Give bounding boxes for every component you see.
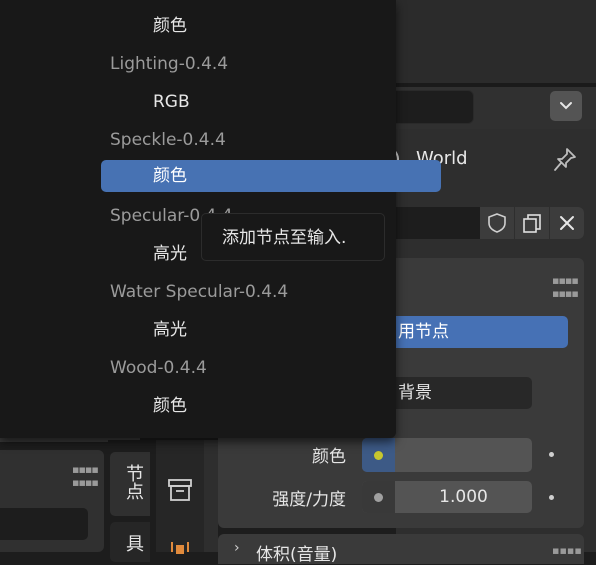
- chevron-down-icon: [560, 102, 572, 110]
- tab-node-label: 节点: [123, 464, 144, 500]
- menu-section-header: Lighting-0.4.4: [110, 54, 229, 74]
- properties-margin: [204, 440, 218, 552]
- duplicate-icon: [523, 214, 541, 233]
- menu-item[interactable]: 颜色: [101, 160, 441, 192]
- properties-dropdown-button[interactable]: [550, 91, 582, 121]
- menu-item[interactable]: 颜色: [0, 389, 396, 423]
- fake-user-button[interactable]: [480, 207, 514, 239]
- use-nodes-button[interactable]: 用节点: [386, 316, 568, 348]
- menu-item[interactable]: RGB: [0, 85, 396, 119]
- strength-socket[interactable]: [362, 481, 395, 513]
- socket-dot-icon: [374, 450, 383, 460]
- world-datablock-field[interactable]: [388, 207, 480, 239]
- top-right-area: [396, 0, 596, 83]
- menu-item[interactable]: 高光: [0, 313, 396, 347]
- unlink-datablock-button[interactable]: [550, 207, 584, 239]
- keyframe-dot-icon[interactable]: [549, 495, 554, 500]
- surface-shader-field[interactable]: 背景: [384, 377, 532, 409]
- strength-value: 1.000: [439, 487, 488, 507]
- shield-icon: [488, 213, 506, 233]
- keyframe-dot-icon[interactable]: [549, 452, 554, 457]
- menu-section-header: Water Specular-0.4.4: [110, 282, 289, 302]
- grip-icon[interactable]: ▪▪▪▪ ▪▪▪▪: [72, 463, 99, 489]
- menu-section-header: Wood-0.4.4: [110, 358, 207, 378]
- sidebar-field[interactable]: [0, 508, 88, 540]
- pin-icon[interactable]: [552, 146, 578, 174]
- menu-item[interactable]: 颜色: [0, 9, 396, 43]
- menu-section-header: Speckle-0.4.4: [110, 130, 226, 150]
- color-socket[interactable]: [362, 438, 395, 472]
- grip-icon[interactable]: ▪▪▪▪ ▪▪▪▪: [552, 274, 579, 300]
- socket-dot-icon: [374, 492, 383, 502]
- color-label: 颜色: [312, 447, 346, 467]
- close-icon: [560, 216, 574, 230]
- tooltip: 添加节点至输入.: [201, 213, 385, 261]
- grip-icon[interactable]: ▪▪▪▪: [552, 544, 582, 557]
- strength-label: 强度/力度: [272, 490, 346, 510]
- duplicate-datablock-button[interactable]: [515, 207, 549, 239]
- tab-tool-label: 具: [123, 534, 144, 552]
- chevron-right-icon: ›: [234, 540, 240, 556]
- properties-search-field[interactable]: [386, 90, 474, 124]
- volume-panel-label: 体积(音量): [256, 545, 338, 565]
- archive-icon[interactable]: [166, 476, 194, 504]
